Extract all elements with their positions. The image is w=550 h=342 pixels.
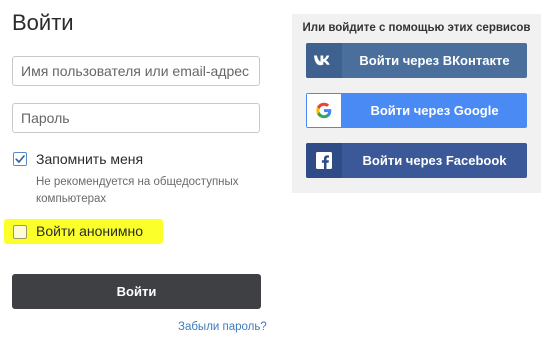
password-input[interactable] [12, 103, 260, 133]
facebook-login-label: Войти через Facebook [362, 153, 507, 168]
google-login-label: Войти через Google [370, 103, 499, 118]
social-login-panel: Или войдите с помощью этих сервисов Войт… [292, 14, 541, 193]
checkmark-icon [15, 155, 25, 163]
facebook-login-button[interactable]: Войти через Facebook [306, 143, 527, 178]
google-login-button[interactable]: Войти через Google [306, 93, 527, 128]
login-button[interactable]: Войти [12, 274, 261, 309]
username-input[interactable] [12, 56, 260, 86]
vk-icon [306, 43, 342, 78]
vk-login-label: Войти через ВКонтакте [359, 53, 510, 68]
vk-login-button[interactable]: Войти через ВКонтакте [306, 43, 527, 78]
anonymous-checkbox[interactable] [13, 225, 27, 239]
page-title: Войти [12, 10, 74, 35]
remember-me-hint: Не рекомендуется на общедоступных компью… [36, 176, 239, 205]
google-icon [307, 94, 341, 127]
facebook-icon [306, 143, 342, 178]
forgot-password-link[interactable]: Забыли пароль? [178, 321, 267, 333]
anonymous-label[interactable]: Войти анонимно [36, 223, 143, 239]
remember-me-label[interactable]: Запомнить меня [36, 151, 143, 167]
social-login-title: Или войдите с помощью этих сервисов [302, 22, 531, 34]
remember-me-checkbox[interactable] [13, 152, 27, 166]
